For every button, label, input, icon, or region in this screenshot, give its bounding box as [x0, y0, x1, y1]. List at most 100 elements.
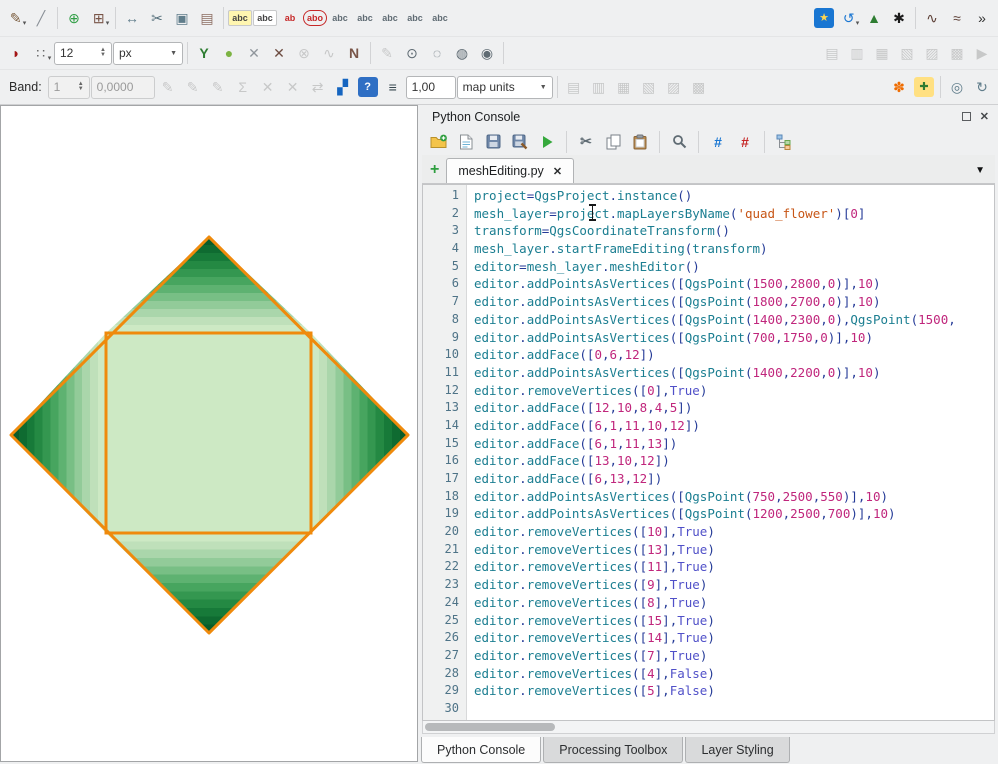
add-vertices-icon[interactable]: ⊕: [62, 6, 86, 30]
code-line[interactable]: editor.removeVertices([11],True): [474, 558, 994, 576]
undo-redo-icon[interactable]: ↺▾: [837, 6, 861, 30]
hscroll-thumb[interactable]: [425, 723, 555, 731]
bottom-tab-python-console[interactable]: Python Console: [421, 737, 541, 763]
code-line[interactable]: editor.addFace([6,1,11,13]): [474, 435, 994, 453]
cut-icon[interactable]: ✂: [575, 131, 597, 153]
run-script-icon[interactable]: [536, 131, 558, 153]
editor-hscrollbar[interactable]: [422, 721, 995, 734]
code-line[interactable]: project=QgsProject.instance(): [474, 187, 994, 205]
digitizing-options-icon[interactable]: ≡: [381, 75, 405, 99]
code-line[interactable]: editor.addFace([12,10,8,4,5]): [474, 399, 994, 417]
split-faces-icon[interactable]: ✕: [267, 41, 291, 65]
highlight-labels-icon[interactable]: abo: [303, 6, 327, 30]
terrain-layer-icon[interactable]: ▲: [862, 6, 886, 30]
paste-icon[interactable]: [629, 131, 651, 153]
code-line[interactable]: editor.removeVertices([9],True): [474, 576, 994, 594]
code-line[interactable]: editor.removeVertices([5],False): [474, 682, 994, 700]
code-line[interactable]: editor.addPointsAsVertices([QgsPoint(700…: [474, 329, 994, 347]
select-isolated-vertices-icon[interactable]: ◍: [450, 41, 474, 65]
move-feature-icon[interactable]: ↔: [120, 6, 144, 30]
code-line[interactable]: editor.addPointsAsVertices([QgsPoint(150…: [474, 275, 994, 293]
width-field[interactable]: 1,00: [406, 76, 456, 99]
mesh-digitizing-icon[interactable]: ◗: [4, 41, 28, 65]
code-line[interactable]: mesh_layer.startFrameEditing(transform): [474, 240, 994, 258]
geometry-checker-icon[interactable]: ≈: [945, 6, 969, 30]
code-line[interactable]: editor.removeVertices([14],True): [474, 629, 994, 647]
toolbar-overflow-icon[interactable]: »: [970, 6, 994, 30]
new-tab-icon[interactable]: +: [430, 161, 439, 179]
code-editor[interactable]: 1234567891011121314151617181920212223242…: [422, 184, 995, 721]
open-in-editor-icon[interactable]: [455, 131, 477, 153]
code-line[interactable]: editor.addPointsAsVertices([QgsPoint(120…: [474, 505, 994, 523]
code-line[interactable]: editor.addFace([0,6,12]): [474, 346, 994, 364]
layer-labeling-icon[interactable]: abc: [228, 6, 252, 30]
code-line[interactable]: editor.removeVertices([4],False): [474, 665, 994, 683]
data-source-manager-icon[interactable]: ★: [812, 6, 836, 30]
band-spinner[interactable]: 1▲▼: [48, 76, 90, 99]
tab-close-icon[interactable]: ✕: [553, 165, 562, 178]
bottom-tab-processing-toolbox[interactable]: Processing Toolbox: [543, 737, 683, 763]
code-line[interactable]: transform=QgsCoordinateTransform(): [474, 222, 994, 240]
code-line[interactable]: editor.removeVertices([8],True): [474, 594, 994, 612]
stroke-unit-combo[interactable]: px▼: [113, 42, 183, 65]
topology-checker-icon[interactable]: ∿: [920, 6, 944, 30]
label-properties-icon[interactable]: abc: [428, 6, 452, 30]
layer-diagram-icon[interactable]: abc: [253, 6, 277, 30]
move-label-icon[interactable]: abc: [328, 6, 352, 30]
code-line[interactable]: editor.removeVertices([10],True): [474, 523, 994, 541]
code-line[interactable]: editor.addPointsAsVertices([QgsPoint(140…: [474, 364, 994, 382]
mesh-calculator-icon[interactable]: ?: [356, 75, 380, 99]
interpolate-z-icon[interactable]: ▞: [331, 75, 355, 99]
comment-icon[interactable]: #: [707, 131, 729, 153]
code-line[interactable]: editor.addPointsAsVertices([QgsPoint(140…: [474, 311, 994, 329]
refresh-canvas-icon[interactable]: ↻: [970, 75, 994, 99]
open-script-icon[interactable]: [428, 131, 450, 153]
tab-meshediting[interactable]: meshEditing.py ✕: [446, 158, 574, 183]
current-edits-icon[interactable]: ✎▾: [4, 6, 28, 30]
copy-icon[interactable]: [602, 131, 624, 153]
code-line[interactable]: editor.addFace([6,1,11,10,12]): [474, 417, 994, 435]
find-text-icon[interactable]: [668, 131, 690, 153]
band-value-field[interactable]: 0,0000: [91, 76, 155, 99]
select-by-polygon-icon[interactable]: ⊙: [400, 41, 424, 65]
identify-mesh-icon[interactable]: ◎: [945, 75, 969, 99]
change-label-icon[interactable]: abc: [378, 6, 402, 30]
add-mesh-layer-icon[interactable]: ✚: [912, 75, 936, 99]
code-line[interactable]: editor.removeVertices([7],True): [474, 647, 994, 665]
vertex-tool-icon[interactable]: ⊞▾: [87, 6, 111, 30]
stroke-width-spinner[interactable]: 12▲▼: [54, 42, 112, 65]
code-line[interactable]: editor.removeVertices([0],True): [474, 382, 994, 400]
select-all-icon[interactable]: ◉: [475, 41, 499, 65]
save-icon[interactable]: [482, 131, 504, 153]
code-line[interactable]: editor.addFace([6,13,12]): [474, 470, 994, 488]
select-by-expression-icon[interactable]: ◌: [425, 41, 449, 65]
uncomment-icon[interactable]: #: [734, 131, 756, 153]
units-combo[interactable]: map units▼: [457, 76, 553, 99]
code-line[interactable]: editor.addPointsAsVertices([QgsPoint(750…: [474, 488, 994, 506]
clear-selection-icon[interactable]: ✕: [242, 41, 266, 65]
rotate-label-icon[interactable]: abc: [353, 6, 377, 30]
settings-gear-icon[interactable]: ✽: [887, 75, 911, 99]
plugin-icon[interactable]: ✱: [887, 6, 911, 30]
save-as-icon[interactable]: [509, 131, 531, 153]
copy-features-icon[interactable]: ▣: [170, 6, 194, 30]
code-line[interactable]: editor.addFace([13,10,12]): [474, 452, 994, 470]
object-inspector-icon[interactable]: [773, 131, 795, 153]
code-line[interactable]: editor.removeVertices([13],True): [474, 541, 994, 559]
paste-features-icon[interactable]: ▤: [195, 6, 219, 30]
select-mesh-elements-icon[interactable]: ●: [217, 41, 241, 65]
code-area[interactable]: project=QgsProject.instance()mesh_layer=…: [467, 185, 994, 720]
flip-edges-icon[interactable]: N: [342, 41, 366, 65]
close-panel-icon[interactable]: ✕: [980, 110, 989, 123]
float-panel-icon[interactable]: [962, 112, 971, 121]
code-line[interactable]: mesh_layer=project.mapLayersByName('quad…: [474, 205, 994, 223]
map-canvas[interactable]: [0, 105, 418, 762]
code-line[interactable]: editor.addPointsAsVertices([QgsPoint(180…: [474, 293, 994, 311]
bottom-tab-layer-styling[interactable]: Layer Styling: [685, 737, 789, 763]
code-line[interactable]: editor.removeVertices([15],True): [474, 612, 994, 630]
snapping-options-icon[interactable]: ∷▾: [29, 41, 53, 65]
pin-labels-icon[interactable]: ab: [278, 6, 302, 30]
tab-list-icon[interactable]: ▼: [975, 165, 985, 176]
digitize-mesh-icon[interactable]: Y: [192, 41, 216, 65]
curved-label-icon[interactable]: abc: [403, 6, 427, 30]
